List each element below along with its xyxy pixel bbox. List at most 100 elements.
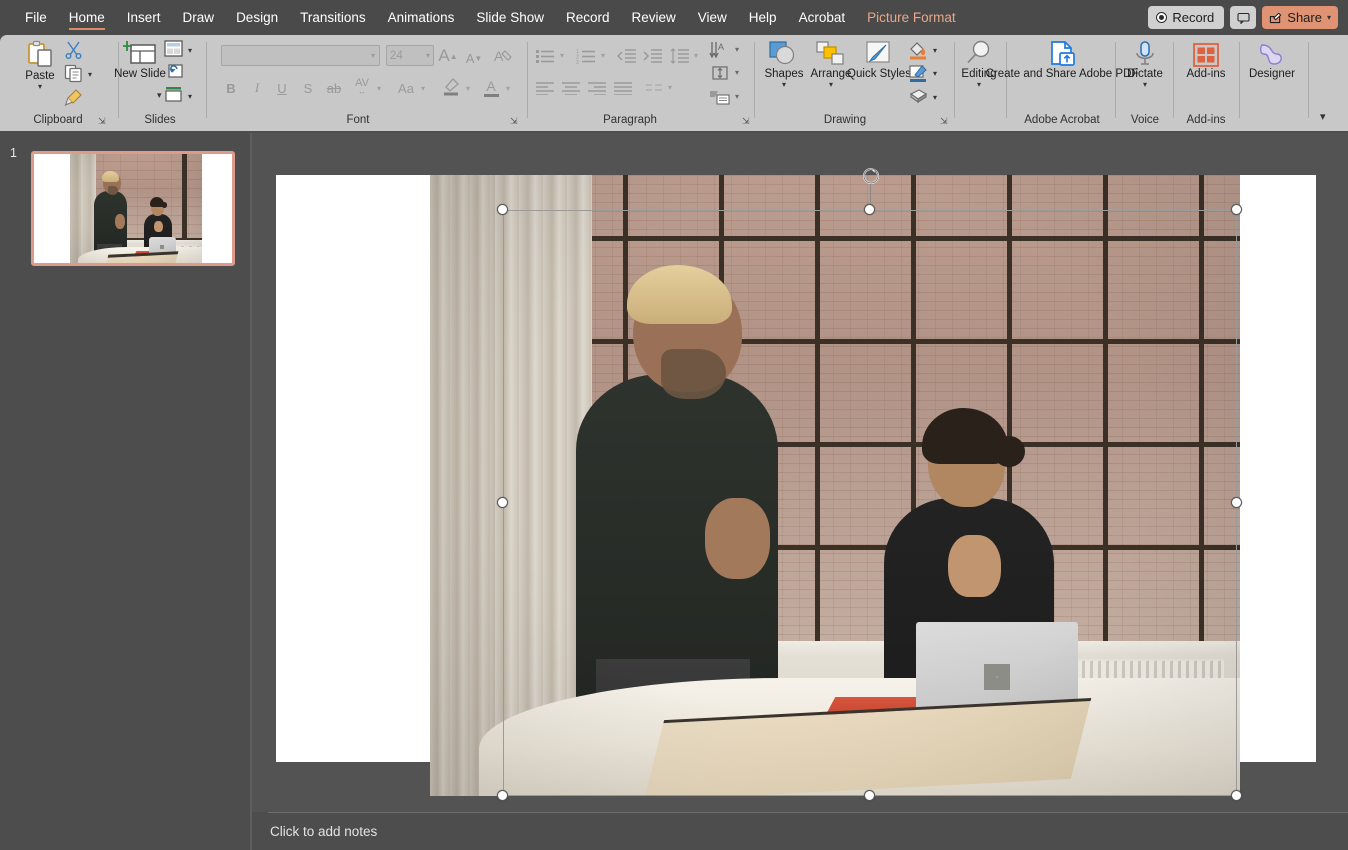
- text-highlight-color-button[interactable]: [440, 77, 462, 97]
- handle-bottom-left[interactable]: [497, 790, 508, 801]
- chevron-down-icon[interactable]: ▾: [371, 51, 375, 60]
- shape-effects-button[interactable]: [908, 88, 928, 110]
- font-name-input[interactable]: ▾: [221, 45, 380, 66]
- convert-to-smartart-button[interactable]: [708, 87, 732, 107]
- line-spacing-button[interactable]: [669, 46, 691, 66]
- tab-review[interactable]: Review: [621, 0, 687, 35]
- tab-home[interactable]: Home: [58, 0, 116, 35]
- text-direction-chevron-down-icon[interactable]: ▾: [735, 46, 739, 54]
- paragraph-dialog-launcher[interactable]: ⇲: [742, 116, 752, 126]
- shape-fill-chevron-down-icon[interactable]: ▾: [933, 47, 937, 55]
- text-direction-button[interactable]: A: [708, 40, 732, 60]
- shape-outline-chevron-down-icon[interactable]: ▾: [933, 70, 937, 78]
- bullets-button[interactable]: [534, 46, 556, 66]
- notes-pane[interactable]: [252, 812, 1348, 850]
- copy-dropdown-chevron-down-icon[interactable]: ▾: [88, 71, 92, 79]
- handle-top-left[interactable]: [497, 204, 508, 215]
- tab-insert[interactable]: Insert: [116, 0, 172, 35]
- tab-view[interactable]: View: [687, 0, 738, 35]
- increase-font-size-button[interactable]: A ▲: [438, 46, 458, 66]
- shapes-button[interactable]: Shapes ▾: [762, 40, 806, 89]
- tab-slide-show[interactable]: Slide Show: [465, 0, 555, 35]
- handle-bottom-center[interactable]: [864, 790, 875, 801]
- paste-button[interactable]: Paste ▾: [20, 40, 60, 91]
- tab-design[interactable]: Design: [225, 0, 289, 35]
- notes-placeholder[interactable]: Click to add notes: [270, 824, 377, 839]
- shape-fill-button[interactable]: [908, 40, 928, 65]
- highlight-chevron-down-icon[interactable]: ▾: [466, 85, 470, 93]
- record-button[interactable]: Record: [1148, 6, 1225, 29]
- new-slide-chevron-down-icon[interactable]: ▾: [157, 91, 162, 100]
- justify-button[interactable]: [612, 78, 634, 98]
- tab-acrobat[interactable]: Acrobat: [788, 0, 857, 35]
- shape-outline-button[interactable]: [908, 63, 928, 88]
- create-and-share-adobe-pdf-button[interactable]: Create and Share Adobe PDF: [986, 40, 1138, 81]
- smartart-chevron-down-icon[interactable]: ▾: [735, 93, 739, 101]
- comments-button[interactable]: [1230, 6, 1257, 29]
- cut-button[interactable]: [64, 40, 83, 64]
- tab-help[interactable]: Help: [738, 0, 788, 35]
- clipboard-dialog-launcher[interactable]: ⇲: [98, 116, 108, 126]
- character-spacing-button[interactable]: AV ↔: [350, 76, 374, 96]
- shape-effects-chevron-down-icon[interactable]: ▾: [933, 94, 937, 102]
- editing-button[interactable]: Editing ▾: [957, 40, 1001, 89]
- decrease-font-size-button[interactable]: A ▼: [464, 48, 484, 68]
- change-case-button[interactable]: Aa: [394, 79, 418, 97]
- bullets-chevron-down-icon[interactable]: ▾: [560, 52, 564, 60]
- align-center-button[interactable]: [560, 78, 582, 98]
- section-button[interactable]: [164, 86, 183, 108]
- handle-bottom-right[interactable]: [1231, 790, 1242, 801]
- character-spacing-chevron-down-icon[interactable]: ▾: [377, 85, 381, 93]
- handle-top-right[interactable]: [1231, 204, 1242, 215]
- copy-button[interactable]: [64, 64, 83, 88]
- drawing-dialog-launcher[interactable]: ⇲: [940, 116, 950, 126]
- font-size-input[interactable]: 24 ▾: [386, 45, 434, 66]
- layout-button[interactable]: [164, 40, 183, 62]
- font-color-button[interactable]: A: [481, 76, 501, 98]
- strikethrough-button[interactable]: ab: [324, 79, 344, 97]
- layout-chevron-down-icon[interactable]: ▾: [188, 47, 192, 55]
- columns-chevron-down-icon[interactable]: ▾: [668, 84, 672, 92]
- align-text-chevron-down-icon[interactable]: ▾: [735, 69, 739, 77]
- dictate-button[interactable]: Dictate ▾: [1122, 40, 1168, 89]
- clear-formatting-button[interactable]: A: [493, 46, 513, 66]
- align-right-button[interactable]: [586, 78, 608, 98]
- designer-button[interactable]: Designer: [1245, 42, 1299, 81]
- columns-button[interactable]: [643, 78, 665, 98]
- handle-middle-right[interactable]: [1231, 497, 1242, 508]
- align-text-button[interactable]: [708, 63, 732, 83]
- section-chevron-down-icon[interactable]: ▾: [188, 93, 192, 101]
- text-shadow-button[interactable]: S: [299, 79, 317, 97]
- numbering-chevron-down-icon[interactable]: ▾: [601, 52, 605, 60]
- tab-transitions[interactable]: Transitions: [289, 0, 377, 35]
- share-button[interactable]: Share ▾: [1262, 6, 1338, 29]
- arrange-button[interactable]: Arrange ▾: [808, 40, 854, 89]
- underline-button[interactable]: U: [273, 79, 291, 97]
- reset-button[interactable]: [164, 63, 183, 85]
- bold-button[interactable]: B: [222, 79, 240, 97]
- handle-middle-left[interactable]: [497, 497, 508, 508]
- new-slide-button[interactable]: New Slide: [114, 40, 166, 81]
- font-dialog-launcher[interactable]: ⇲: [510, 116, 520, 126]
- slide-picture[interactable]: [430, 175, 1240, 796]
- tab-file[interactable]: File: [14, 0, 58, 35]
- align-left-button[interactable]: [534, 78, 556, 98]
- chevron-down-icon[interactable]: ▾: [426, 51, 430, 60]
- handle-top-center[interactable]: [864, 204, 875, 215]
- add-ins-button[interactable]: Add-ins: [1180, 42, 1232, 81]
- tab-animations[interactable]: Animations: [377, 0, 466, 35]
- tab-picture-format[interactable]: Picture Format: [856, 0, 967, 35]
- rotate-handle[interactable]: [862, 167, 880, 185]
- line-spacing-chevron-down-icon[interactable]: ▾: [694, 52, 698, 60]
- ribbon-collapse-button[interactable]: ▾: [1320, 110, 1326, 123]
- quick-styles-button[interactable]: Quick Styles: [847, 40, 911, 81]
- change-case-chevron-down-icon[interactable]: ▾: [421, 85, 425, 93]
- increase-indent-button[interactable]: [642, 46, 664, 66]
- slide-thumbnail-1[interactable]: [31, 151, 235, 266]
- tab-record[interactable]: Record: [555, 0, 621, 35]
- numbering-button[interactable]: 1 2 3: [575, 46, 597, 66]
- tab-draw[interactable]: Draw: [172, 0, 226, 35]
- format-painter-button[interactable]: [64, 88, 83, 112]
- decrease-indent-button[interactable]: [616, 46, 638, 66]
- italic-button[interactable]: I: [248, 79, 266, 97]
